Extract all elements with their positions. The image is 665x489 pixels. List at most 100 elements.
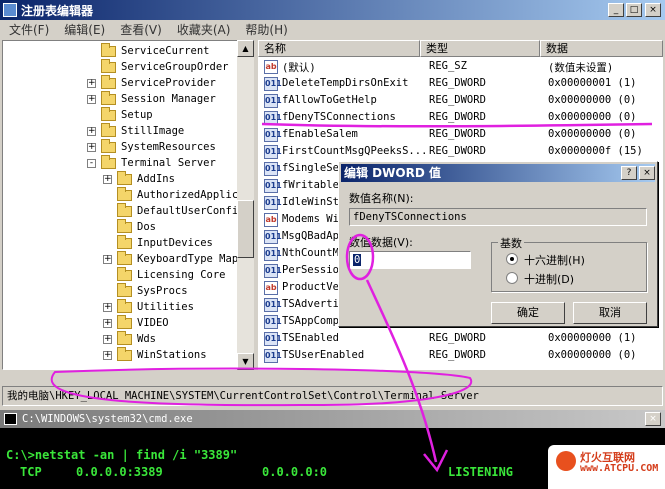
scroll-thumb[interactable] [237,200,254,258]
value-name: fAllowToGetHelp [282,94,377,106]
column-name[interactable]: 名称 [258,40,420,57]
tree-node[interactable]: + ServiceProvider [87,74,216,91]
value-data-text: 0 [353,254,362,266]
tree-node[interactable]: + Wds [103,330,156,347]
value-name: PerSessio [282,264,339,276]
tree-node[interactable]: InputDevices [103,234,213,251]
dialog-help-button[interactable]: ? [621,166,637,180]
value-data-input[interactable]: 0 [349,251,471,269]
tree-node[interactable]: DefaultUserConfi [103,202,238,219]
expander-icon[interactable]: + [103,350,112,360]
expander-icon[interactable]: + [103,334,112,344]
dec-radio[interactable] [506,272,518,284]
value-data: 0x00000000 (0) [548,349,637,361]
window-title: 注册表编辑器 [21,3,94,18]
expander-icon[interactable]: + [87,94,96,104]
value-row[interactable]: 011 fDenyTSConnections REG_DWORD 0x00000000… [258,109,663,126]
column-data[interactable]: 数据 [540,40,663,57]
binary-value-icon: 011 [264,315,282,329]
tree-node[interactable]: Dos [103,218,156,235]
value-row[interactable]: ab (默认) REG_SZ (数值未设置) [258,58,663,75]
expander-icon[interactable]: - [87,158,96,168]
minimize-button[interactable]: _ [608,3,624,17]
expander-icon[interactable]: + [87,78,96,88]
tree-node[interactable]: Setup [87,106,153,123]
status-bar: 我的电脑\HKEY_LOCAL_MACHINE\SYSTEM\CurrentCo… [2,386,663,406]
menu-favorites[interactable]: 收藏夹(A) [177,21,231,38]
value-type: REG_DWORD [429,332,486,344]
tree-node[interactable]: + VIDEO [103,314,169,331]
dialog-title[interactable]: 编辑 DWORD 值 [341,164,655,182]
menu-edit[interactable]: 编辑(E) [64,21,105,38]
binary-value-icon: 011 [264,111,282,125]
tree-node-label: Dos [137,221,156,233]
dialog-close-button[interactable]: × [639,166,655,180]
tree-scrollbar[interactable]: ▲ ▼ [237,40,254,370]
value-name: fDenyTSConnections [282,111,396,123]
binary-value-icon: 011 [264,162,282,176]
value-data-label: 数值数据(V): [349,236,413,249]
base-label: 基数 [498,235,524,251]
tree-node[interactable]: - Terminal Server [87,154,216,171]
value-data: 0x0000000f (15) [548,145,643,157]
tree-node[interactable]: + WinStations [103,346,207,363]
value-row[interactable]: 011 TSUserEnabled REG_DWORD 0x00000000 (0) [258,347,663,364]
value-name: (默认) [282,62,316,74]
value-row[interactable]: 011 fEnableSalem REG_DWORD 0x00000000 (0) [258,126,663,143]
menu-help[interactable]: 帮助(H) [245,21,287,38]
expander-icon[interactable]: + [103,174,112,184]
folder-icon [117,250,132,265]
tree-node[interactable]: + KeyboardType Map [103,250,238,267]
cmd-close-button[interactable]: × [645,412,661,426]
close-button[interactable]: × [645,3,661,17]
tree-node[interactable]: ServiceCurrent [87,42,210,59]
expander-icon[interactable]: + [87,126,96,136]
cancel-button[interactable]: 取消 [573,302,647,324]
value-name-label: 数值名称(N): [349,192,414,205]
folder-icon [101,74,116,89]
tree-node[interactable]: + AddIns [103,170,175,187]
regedit-icon [3,3,17,17]
tree-node[interactable]: ServiceGroupOrder [87,58,228,75]
value-type: REG_DWORD [429,94,486,106]
tree-node-label: SystemResources [121,141,216,153]
scroll-up-button[interactable]: ▲ [237,40,254,57]
value-row[interactable]: 011 DeleteTempDirsOnExit REG_DWORD 0x000000… [258,75,663,92]
value-row[interactable]: 011 fAllowToGetHelp REG_DWORD 0x00000000 (0… [258,92,663,109]
tree-node[interactable]: AuthorizedApplic [103,186,238,203]
value-name: fEnableSalem [282,128,358,140]
value-type: REG_DWORD [429,145,486,157]
tree-node[interactable]: + StillImage [87,122,185,139]
tree-node[interactable]: + Utilities [103,298,194,315]
title-bar[interactable]: 注册表编辑器 _ □ × [0,0,665,20]
cmd-title-bar[interactable]: C:\WINDOWS\system32\cmd.exe × [0,410,665,428]
tree-node[interactable]: + SystemResources [87,138,216,155]
ok-button[interactable]: 确定 [491,302,565,324]
edit-dword-dialog: 编辑 DWORD 值 ? × 数值名称(N): fDenyTSConnectio… [338,161,658,327]
tree-node[interactable]: SysProcs [103,282,188,299]
scroll-down-button[interactable]: ▼ [237,353,254,370]
hex-radio-label[interactable]: 十六进制(H) [524,252,585,268]
expander-icon[interactable]: + [103,254,112,264]
column-type[interactable]: 类型 [420,40,540,57]
value-name: Modems Wi [282,213,339,225]
menu-file[interactable]: 文件(F) [9,21,49,38]
registry-key-tree[interactable]: ServiceCurrent ServiceGroupOrder + ServiceP… [2,40,254,370]
tree-node-label: StillImage [121,125,185,137]
tree-node[interactable]: Licensing Core [103,266,226,283]
value-name: ProductVe [282,281,339,293]
binary-value-icon: 011 [264,230,282,244]
expander-icon[interactable]: + [103,302,112,312]
maximize-button[interactable]: □ [626,3,642,17]
menu-view[interactable]: 查看(V) [120,21,162,38]
value-row[interactable]: 011 FirstCountMsgQPeeksS... REG_DWORD 0x000… [258,143,663,160]
expander-icon[interactable]: + [87,142,96,152]
hex-radio[interactable] [506,253,518,265]
tree-node-label: Terminal Server [121,157,216,169]
watermark-url: www.ATCPU.COM [580,463,659,474]
tree-node[interactable]: + Session Manager [87,90,216,107]
value-row[interactable]: 011 TSEnabled REG_DWORD 0x00000000 (1) [258,330,663,347]
folder-icon [101,90,116,105]
dec-radio-label[interactable]: 十进制(D) [524,271,574,287]
expander-icon[interactable]: + [103,318,112,328]
